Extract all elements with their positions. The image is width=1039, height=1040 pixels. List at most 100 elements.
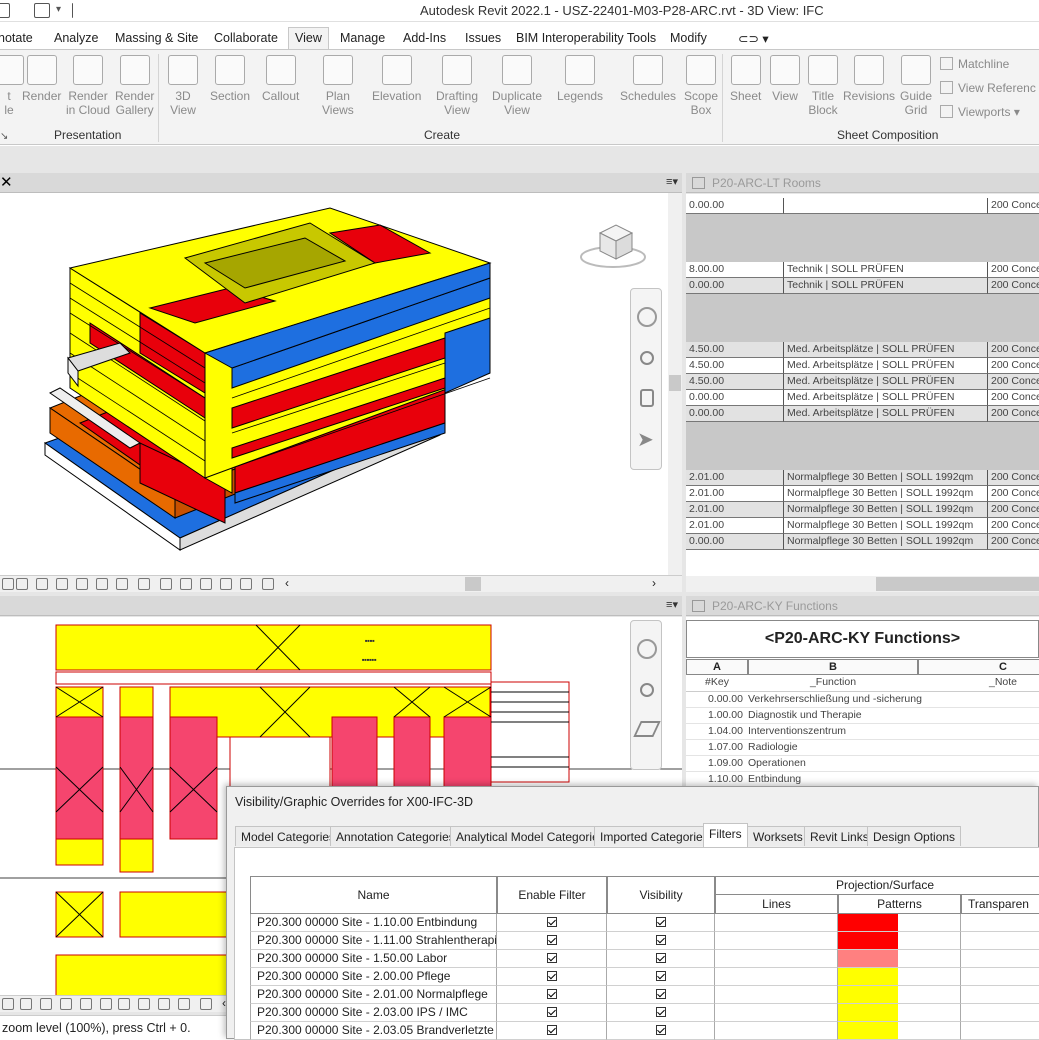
- patterns-override-cell[interactable]: [838, 986, 961, 1004]
- tab-issues[interactable]: Issues: [465, 31, 501, 45]
- cell-function[interactable]: Med. Arbeitsplätze | SOLL PRÜFEN: [784, 374, 988, 390]
- ribbon-button-t-le[interactable]: t le: [0, 55, 24, 117]
- patterns-override-cell[interactable]: [838, 914, 961, 932]
- vertical-scroll-thumb[interactable]: [669, 375, 681, 391]
- table-row[interactable]: 1.00.00 Diagnostik und Therapie: [686, 708, 1039, 724]
- lock-view-icon[interactable]: [100, 998, 112, 1010]
- cell-phase[interactable]: 200 Concep: [988, 502, 1039, 518]
- steering-wheel-2d-icon[interactable]: [637, 639, 657, 659]
- header-transparency[interactable]: Transparen: [961, 894, 1039, 914]
- enable-filter-checkbox[interactable]: [546, 917, 557, 927]
- header-visibility[interactable]: Visibility: [607, 876, 715, 914]
- table-row[interactable]: 4.50.00 Med. Arbeitsplätze | SOLL PRÜFEN 2…: [686, 342, 1039, 358]
- tab-massing-site[interactable]: Massing & Site: [115, 31, 198, 45]
- filter-row[interactable]: P20.300 00000 Site - 1.11.00 Strahlenthe…: [250, 932, 1039, 950]
- cell-function[interactable]: Med. Arbeitsplätze | SOLL PRÜFEN: [784, 390, 988, 406]
- ribbon-button-elevation[interactable]: Elevation: [372, 55, 421, 103]
- cell-function[interactable]: Normalpflege 30 Betten | SOLL 1992qm: [784, 518, 988, 534]
- ribbon-button-callout[interactable]: Callout: [262, 55, 299, 103]
- filter-row[interactable]: P20.300 00000 Site - 1.50.00 Labor: [250, 950, 1039, 968]
- ribbon-button-3d-view[interactable]: 3D View: [168, 55, 198, 117]
- table-row[interactable]: 2.01.00 Normalpflege 30 Betten | SOLL 199…: [686, 470, 1039, 486]
- cell-function[interactable]: Med. Arbeitsplätze | SOLL PRÜFEN: [784, 358, 988, 374]
- cell-phase[interactable]: 200 Concep: [988, 534, 1039, 550]
- scroll-left-icon[interactable]: ‹: [285, 576, 289, 590]
- cell-phase[interactable]: 200 Concep: [988, 374, 1039, 390]
- lock-view-icon[interactable]: [116, 578, 128, 590]
- dialog-tab-model-categories[interactable]: Model Categories: [235, 826, 342, 846]
- zoom-icon[interactable]: [640, 351, 654, 365]
- cell-phase[interactable]: 200 Concep: [988, 390, 1039, 406]
- filter-name[interactable]: P20.300 00000 Site - 1.11.00 Strahlenthe…: [250, 932, 497, 950]
- lines-override-cell[interactable]: [715, 914, 838, 932]
- patterns-override-cell[interactable]: [838, 968, 961, 986]
- dialog-tab-imported-categories[interactable]: Imported Categories: [594, 826, 715, 846]
- dialog-tab-revit-links[interactable]: Revit Links: [804, 826, 875, 846]
- visual-style-icon[interactable]: [20, 998, 32, 1010]
- cell-function[interactable]: Med. Arbeitsplätze | SOLL PRÜFEN: [784, 342, 988, 358]
- temp-hide-icon[interactable]: [118, 998, 130, 1010]
- filter-name[interactable]: P20.300 00000 Site - 2.00.00 Pflege: [250, 968, 497, 986]
- lines-override-cell[interactable]: [715, 986, 838, 1004]
- ribbon-button-section[interactable]: Section: [210, 55, 250, 103]
- header-patterns[interactable]: Patterns: [838, 894, 961, 914]
- fly-icon[interactable]: ➤: [637, 427, 654, 452]
- ribbon-button-title-block[interactable]: Title Block: [808, 55, 838, 117]
- analytical-model-icon[interactable]: [200, 578, 212, 590]
- tab-manage[interactable]: Manage: [340, 31, 385, 45]
- steering-wheel-icon[interactable]: [637, 307, 657, 327]
- ribbon-button-guide-grid[interactable]: Guide Grid: [900, 55, 932, 117]
- table-row[interactable]: 0.00.00 Med. Arbeitsplätze | SOLL PRÜFEN 2…: [686, 406, 1039, 422]
- tab-bim-interoperability-tools[interactable]: BIM Interoperability Tools: [516, 31, 656, 45]
- view-reference-button[interactable]: View Referenc: [940, 81, 1036, 95]
- enable-filter-checkbox[interactable]: [546, 935, 557, 945]
- reveal-constraints-icon[interactable]: [240, 578, 252, 590]
- filter-name[interactable]: P20.300 00000 Site - 2.01.00 Normalpfleg…: [250, 986, 497, 1004]
- worksharing-icon[interactable]: [180, 578, 192, 590]
- visibility-checkbox[interactable]: [655, 989, 666, 999]
- ribbon-button-plan-views[interactable]: Plan Views: [322, 55, 354, 117]
- transparency-cell[interactable]: [961, 1022, 1039, 1040]
- filter-name[interactable]: P20.300 00000 Site - 1.50.00 Labor: [250, 950, 497, 968]
- transparency-cell[interactable]: [961, 950, 1039, 968]
- cell-function[interactable]: Technik | SOLL PRÜFEN: [784, 278, 988, 294]
- lines-override-cell[interactable]: [715, 1004, 838, 1022]
- filter-row[interactable]: P20.300 00000 Site - 1.10.00 Entbindung: [250, 914, 1039, 932]
- analytical-model-icon[interactable]: [178, 998, 190, 1010]
- dialog-tab-design-options[interactable]: Design Options: [867, 826, 962, 846]
- table-row[interactable]: 1.04.00 Interventionszentrum: [686, 724, 1039, 740]
- lines-override-cell[interactable]: [715, 1022, 838, 1040]
- cell-key[interactable]: 4.50.00: [686, 374, 784, 390]
- crop-view-icon[interactable]: [60, 998, 72, 1010]
- visibility-checkbox[interactable]: [655, 917, 666, 927]
- dialog-tab-analytical-model-categories[interactable]: Analytical Model Categories: [450, 826, 611, 846]
- close-icon[interactable]: ✕: [0, 173, 13, 191]
- tab-modify[interactable]: Modify: [670, 31, 707, 45]
- cell-phase[interactable]: 200 Concep: [988, 486, 1039, 502]
- column-letter-b[interactable]: B: [748, 659, 918, 675]
- cell-key[interactable]: 0.00.00: [686, 198, 784, 214]
- table-row[interactable]: 4.50.00 Med. Arbeitsplätze | SOLL PRÜFEN 2…: [686, 358, 1039, 374]
- worksharing-icon[interactable]: [158, 998, 170, 1010]
- highlight-displacement-icon[interactable]: [220, 578, 232, 590]
- sun-icon[interactable]: [2, 998, 14, 1010]
- ribbon-button-duplicate-view[interactable]: Duplicate View: [492, 55, 542, 117]
- scale-icon[interactable]: [2, 578, 14, 590]
- table-row[interactable]: 2.01.00 Normalpflege 30 Betten | SOLL 199…: [686, 502, 1039, 518]
- table-row[interactable]: 0.00.00 Med. Arbeitsplätze | SOLL PRÜFEN 2…: [686, 390, 1039, 406]
- schedule-functions[interactable]: <P20-ARC-KY Functions> A B C #Key _Funct…: [686, 617, 1039, 788]
- viewcube-icon[interactable]: [578, 215, 648, 270]
- view-menu-icon[interactable]: ≡▾: [666, 598, 678, 611]
- tab-collaborate[interactable]: Collaborate: [214, 31, 278, 45]
- transparency-cell[interactable]: [961, 1004, 1039, 1022]
- tab-add-ins[interactable]: Add-Ins: [403, 31, 446, 45]
- ribbon-button-legends[interactable]: Legends: [557, 55, 603, 103]
- tab-view[interactable]: View: [288, 27, 329, 50]
- shadows-icon[interactable]: [56, 578, 68, 590]
- view-menu-icon[interactable]: ≡▾: [666, 175, 678, 188]
- cell-function[interactable]: Normalpflege 30 Betten | SOLL 1992qm: [784, 470, 988, 486]
- cell-key[interactable]: 0.00.00: [686, 534, 784, 550]
- visibility-checkbox[interactable]: [655, 1025, 666, 1035]
- shadows-icon[interactable]: [40, 998, 52, 1010]
- filter-name[interactable]: P20.300 00000 Site - 2.03.00 IPS / IMC: [250, 1004, 497, 1022]
